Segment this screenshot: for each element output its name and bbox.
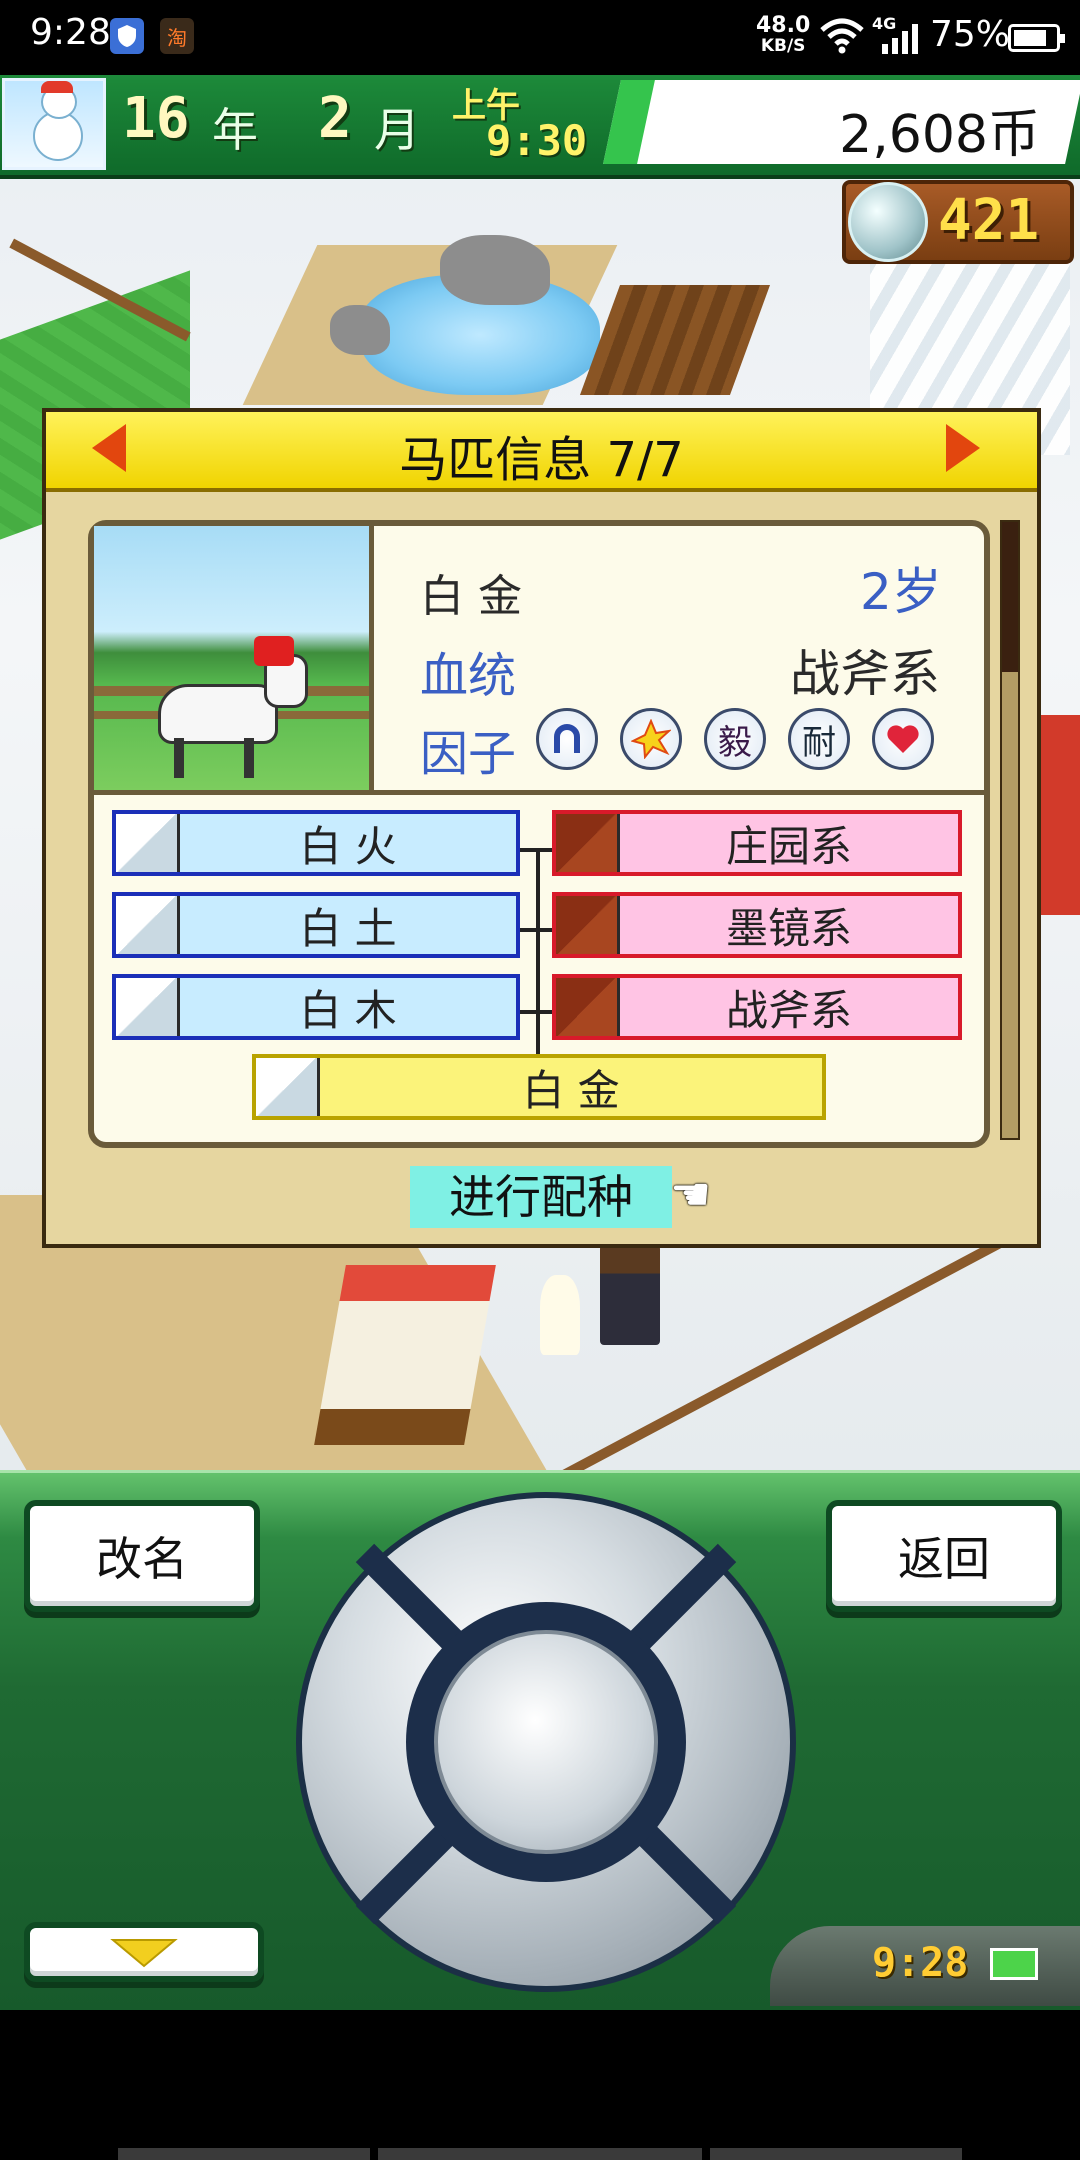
pedigree-label: 白 火 <box>299 821 397 871</box>
horse-name: 白 金 <box>420 571 522 622</box>
year-value: 16 <box>122 86 190 151</box>
stable-building <box>579 285 771 395</box>
network-speed-unit: KB/S <box>760 36 806 56</box>
year-unit: 年 <box>212 103 258 157</box>
network-speed-value: 48.0 <box>756 13 811 38</box>
horse-age: 2岁 <box>860 563 942 621</box>
tree-line <box>536 848 540 1054</box>
battery-percent: 75% <box>930 14 1011 55</box>
info-divider <box>94 790 984 795</box>
snowman <box>540 1275 580 1355</box>
rename-button[interactable]: 改名 <box>24 1500 260 1612</box>
horseshoe-factor-icon[interactable] <box>536 708 598 770</box>
horse-portrait <box>94 526 374 790</box>
scrollbar-thumb[interactable] <box>1002 522 1018 672</box>
taobao-icon: 淘 <box>160 18 194 54</box>
brown-horse-icon <box>556 814 620 872</box>
dialog-title: 马匹信息 7/7 <box>399 432 684 488</box>
pedigree-label: 战斧系 <box>725 985 852 1035</box>
pedigree-dam-3[interactable]: 战斧系 <box>552 974 962 1040</box>
pedigree-label: 庄园系 <box>725 821 852 871</box>
bloodline-value: 战斧系 <box>790 645 940 703</box>
pedigree-label: 白 木 <box>299 985 397 1035</box>
signal-icon <box>880 22 922 58</box>
white-horse-icon <box>116 814 180 872</box>
heart-factor-icon[interactable] <box>872 708 934 770</box>
pedigree-dam-2[interactable]: 墨镜系 <box>552 892 962 958</box>
red-building <box>1040 715 1080 915</box>
chevron-down-icon <box>110 1939 178 1968</box>
factor-label: 因子 <box>420 726 517 782</box>
white-horse-icon <box>116 978 180 1036</box>
breed-button-label: 进行配种 <box>449 1170 633 1224</box>
scroll-down-button[interactable] <box>24 1922 264 1982</box>
dpad-center-button[interactable] <box>434 1630 658 1854</box>
navigation-bar <box>0 2010 1080 2160</box>
back-button[interactable]: 返回 <box>826 1500 1062 1612</box>
month-unit: 月 <box>374 103 420 157</box>
white-horse-icon <box>116 896 180 954</box>
brown-horse-icon <box>556 978 620 1036</box>
nav-gesture-left[interactable] <box>118 2148 370 2160</box>
battery-icon <box>1008 24 1065 52</box>
battery-icon <box>990 1948 1038 1980</box>
network-speed: 48.0 KB/S <box>756 13 811 57</box>
rock <box>330 305 390 355</box>
rock <box>440 235 550 305</box>
pedigree-label: 墨镜系 <box>725 903 852 953</box>
horse-medal-icon <box>848 182 928 262</box>
wifi-icon <box>820 18 864 58</box>
pedigree-label: 白 土 <box>299 903 397 953</box>
tenacity-factor-icon[interactable]: 毅 <box>704 708 766 770</box>
brown-horse-icon <box>556 896 620 954</box>
status-time: 9:28 <box>30 12 111 53</box>
medal-count: 421 <box>938 188 1040 253</box>
burst-factor-icon[interactable] <box>620 708 682 770</box>
bloodline-label: 血统 <box>420 648 517 704</box>
trainer-character <box>600 1235 660 1345</box>
pointing-hand-icon: ☚ <box>670 1167 712 1221</box>
snowman-avatar[interactable] <box>2 78 106 170</box>
shield-icon <box>110 18 144 54</box>
white-horse-icon <box>256 1058 320 1116</box>
game-clock: 9:28 <box>872 1940 969 1986</box>
month-value: 2 <box>318 86 352 151</box>
pedigree-sire-3[interactable]: 白 木 <box>112 974 520 1040</box>
pedigree-self[interactable]: 白 金 <box>252 1054 826 1120</box>
status-bar: 9:28 淘 48.0 KB/S 4G 75% <box>0 0 1080 75</box>
nav-gesture-home[interactable] <box>378 2148 702 2160</box>
pedigree-dam-1[interactable]: 庄园系 <box>552 810 962 876</box>
pedigree-label: 白 金 <box>522 1065 620 1115</box>
shop-building <box>314 1265 496 1445</box>
pedigree-sire-1[interactable]: 白 火 <box>112 810 520 876</box>
nav-gesture-right[interactable] <box>710 2148 962 2160</box>
endurance-factor-icon[interactable]: 耐 <box>788 708 850 770</box>
game-time: 9:30 <box>486 116 588 165</box>
pedigree-sire-2[interactable]: 白 土 <box>112 892 520 958</box>
next-arrow-icon[interactable] <box>946 424 980 472</box>
money-amount: 2,608币 <box>839 105 1040 165</box>
